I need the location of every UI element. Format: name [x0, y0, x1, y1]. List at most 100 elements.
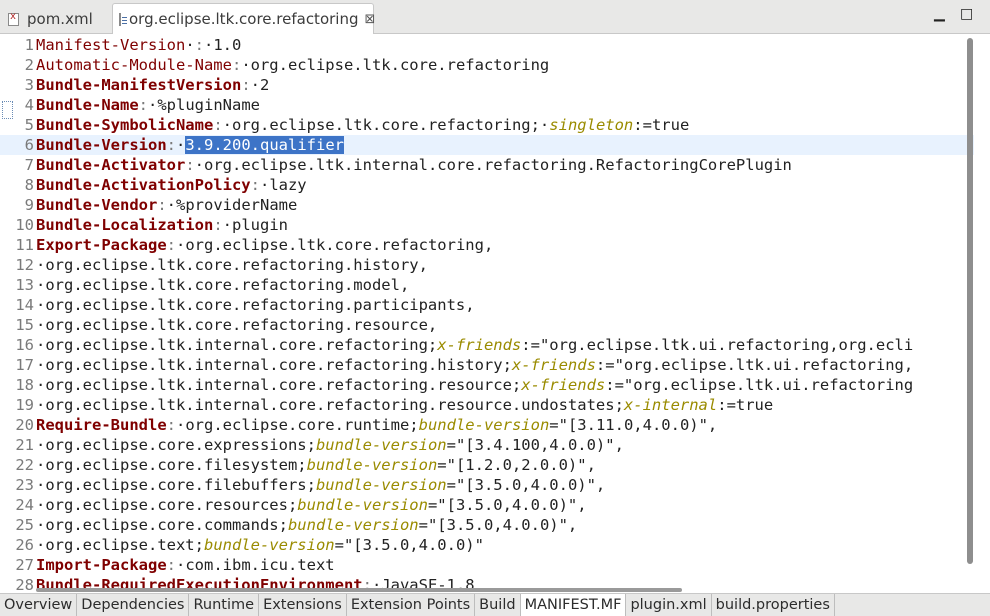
- code-token: :: [138, 96, 148, 114]
- code-token: ·org.eclipse.ltk.core.refactoring.resour…: [36, 316, 438, 334]
- close-tab-icon[interactable]: ⊠: [364, 12, 375, 27]
- page-tab-extension-points[interactable]: Extension Points: [347, 594, 476, 616]
- header-key-token: Bundle-Name: [36, 96, 139, 114]
- header-key-token: Import-Package: [36, 556, 167, 574]
- code-line[interactable]: 9 Bundle-Vendor:·%providerName: [0, 195, 974, 215]
- page-tab-dependencies[interactable]: Dependencies: [77, 594, 190, 616]
- code-text: ·org.eclipse.core.commands;bundle-versio…: [36, 516, 577, 534]
- code-text: Bundle-SymbolicName:·org.eclipse.ltk.cor…: [36, 116, 689, 134]
- code-token: ·org.eclipse.ltk.internal.core.refactori…: [36, 336, 438, 354]
- line-number: 19: [15, 396, 34, 414]
- line-number: 26: [15, 536, 34, 554]
- code-token: ·com.ibm.icu.text: [176, 556, 335, 574]
- code-token: ·org.eclipse.core.filesystem;: [36, 456, 307, 474]
- code-line[interactable]: 23 ·org.eclipse.core.filebuffers;bundle-v…: [0, 475, 974, 495]
- code-token: :: [166, 136, 176, 154]
- editor-tab-bar: pom.xml org.eclipse.ltk.core.refactoring…: [0, 0, 990, 34]
- code-line[interactable]: 17 ·org.eclipse.ltk.internal.core.refacto…: [0, 355, 974, 375]
- line-number: 9: [24, 196, 34, 214]
- line-number: 1: [24, 36, 34, 54]
- code-token: ="[3.5.0,4.0.0)",: [446, 476, 606, 494]
- page-tab-extensions[interactable]: Extensions: [259, 594, 347, 616]
- code-line[interactable]: 5 Bundle-SymbolicName:·org.eclipse.ltk.co…: [0, 115, 974, 135]
- code-line[interactable]: 10 Bundle-Localization:·plugin: [0, 215, 974, 235]
- code-line[interactable]: 8 Bundle-ActivationPolicy:·lazy: [0, 175, 974, 195]
- manifest-text-editor[interactable]: 1 Manifest-Version·:·1.0 2 Automatic-Module…: [0, 34, 990, 590]
- vertical-scrollbar[interactable]: [967, 38, 973, 564]
- code-line[interactable]: 14 ·org.eclipse.ltk.core.refactoring.part…: [0, 295, 974, 315]
- code-line[interactable]: 26 ·org.eclipse.text;bundle-version="[3.5…: [0, 535, 974, 555]
- code-line[interactable]: 3 Bundle-ManifestVersion:·2: [0, 75, 974, 95]
- code-token: ·org.eclipse.ltk.core.refactoring: [241, 56, 550, 74]
- code-text: ·org.eclipse.ltk.internal.core.refactori…: [36, 376, 913, 394]
- code-line[interactable]: 7 Bundle-Activator:·org.eclipse.ltk.inter…: [0, 155, 974, 175]
- code-token: :: [166, 416, 176, 434]
- page-tab-build-properties[interactable]: build.properties: [712, 594, 835, 616]
- page-tab-plugin-xml[interactable]: plugin.xml: [626, 594, 712, 616]
- code-token: :="org.eclipse.ltk.ui.refactoring: [605, 376, 914, 394]
- code-line[interactable]: 21 ·org.eclipse.core.expressions;bundle-v…: [0, 435, 974, 455]
- header-key-token: Bundle-Version: [36, 136, 167, 154]
- code-line[interactable]: 24 ·org.eclipse.core.resources;bundle-ver…: [0, 495, 974, 515]
- code-line[interactable]: 12 ·org.eclipse.ltk.core.refactoring.hist…: [0, 255, 974, 275]
- horizontal-scrollbar[interactable]: [36, 588, 682, 592]
- code-line[interactable]: 15 ·org.eclipse.ltk.core.refactoring.reso…: [0, 315, 974, 335]
- page-tab-runtime[interactable]: Runtime: [189, 594, 260, 616]
- code-line[interactable]: 1 Manifest-Version·:·1.0: [0, 35, 974, 55]
- editor-tab-label: pom.xml: [27, 10, 93, 28]
- code-text: ·org.eclipse.ltk.core.refactoring.partic…: [36, 296, 475, 314]
- selection-marker-icon: [2, 101, 13, 119]
- attribute-token: x-friends: [521, 376, 606, 394]
- code-text: ·org.eclipse.ltk.core.refactoring.histor…: [36, 256, 428, 274]
- code-line[interactable]: 13 ·org.eclipse.ltk.core.refactoring.mode…: [0, 275, 974, 295]
- code-line[interactable]: 27 Import-Package:·com.ibm.icu.text: [0, 555, 974, 575]
- code-line[interactable]: 25 ·org.eclipse.core.commands;bundle-vers…: [0, 515, 974, 535]
- header-key-token: Bundle-Localization: [36, 216, 214, 234]
- code-token: :=true: [633, 116, 690, 134]
- header-key-token: Manifest-Version: [36, 36, 186, 54]
- maximize-icon[interactable]: □: [960, 6, 973, 22]
- code-line[interactable]: 11 Export-Package:·org.eclipse.ltk.core.r…: [0, 235, 974, 255]
- line-number: 15: [15, 316, 34, 334]
- code-line[interactable]: 22 ·org.eclipse.core.filesystem;bundle-ve…: [0, 455, 974, 475]
- code-line[interactable]: 6 Bundle-Version:·3.9.200.qualifier: [0, 135, 974, 155]
- code-token: ·org.eclipse.ltk.core.refactoring;·: [222, 116, 550, 134]
- code-token: ·org.eclipse.ltk.internal.core.refactori…: [36, 356, 512, 374]
- line-number: 8: [24, 176, 34, 194]
- code-token: :: [250, 176, 260, 194]
- code-token: ·org.eclipse.core.commands;: [36, 516, 288, 534]
- line-number: 13: [15, 276, 34, 294]
- code-text: Bundle-ActivationPolicy:·lazy: [36, 176, 307, 194]
- page-tab-build[interactable]: Build: [475, 594, 521, 616]
- code-text: Bundle-Version:·3.9.200.qualifier: [36, 136, 344, 154]
- code-token: ·%providerName: [166, 196, 298, 214]
- code-text: ·org.eclipse.core.expressions;bundle-ver…: [36, 436, 624, 454]
- code-line[interactable]: 2 Automatic-Module-Name:·org.eclipse.ltk.…: [0, 55, 974, 75]
- page-tab-overview[interactable]: Overview: [0, 594, 78, 616]
- code-text: ·org.eclipse.core.filebuffers;bundle-ver…: [36, 476, 605, 494]
- code-line[interactable]: 4 Bundle-Name:·%pluginName: [0, 95, 974, 115]
- minimize-icon[interactable]: ▁: [934, 6, 945, 22]
- header-key-token: Bundle-ActivationPolicy: [36, 176, 251, 194]
- attribute-token: bundle-version: [315, 476, 447, 494]
- code-line[interactable]: 20 Require-Bundle:·org.eclipse.core.runti…: [0, 415, 974, 435]
- code-text: ·org.eclipse.text;bundle-version="[3.5.0…: [36, 536, 484, 554]
- line-number: 12: [15, 256, 34, 274]
- code-token: :=true: [717, 396, 774, 414]
- code-token: ·org.eclipse.core.filebuffers;: [36, 476, 316, 494]
- line-number: 6: [24, 136, 34, 154]
- editor-tab-pom-xml[interactable]: pom.xml: [2, 4, 110, 34]
- code-text: ·org.eclipse.ltk.internal.core.refactori…: [36, 396, 773, 414]
- editor-tab-manifest[interactable]: org.eclipse.ltk.core.refactoring ⊠: [112, 3, 375, 34]
- code-line[interactable]: 16 ·org.eclipse.ltk.internal.core.refacto…: [0, 335, 974, 355]
- code-line[interactable]: 19 ·org.eclipse.ltk.internal.core.refacto…: [0, 395, 974, 415]
- code-line[interactable]: 18 ·org.eclipse.ltk.internal.core.refacto…: [0, 375, 974, 395]
- code-token: ·: [185, 36, 195, 54]
- code-text: ·org.eclipse.ltk.internal.core.refactori…: [36, 356, 913, 374]
- code-token: ·lazy: [259, 176, 307, 194]
- code-text: Bundle-Localization:·plugin: [36, 216, 288, 234]
- page-tab-manifest-mf[interactable]: MANIFEST.MF: [520, 594, 627, 616]
- code-text: Export-Package:·org.eclipse.ltk.core.ref…: [36, 236, 493, 254]
- code-text: ·org.eclipse.core.filesystem;bundle-vers…: [36, 456, 596, 474]
- line-number: 27: [15, 556, 34, 574]
